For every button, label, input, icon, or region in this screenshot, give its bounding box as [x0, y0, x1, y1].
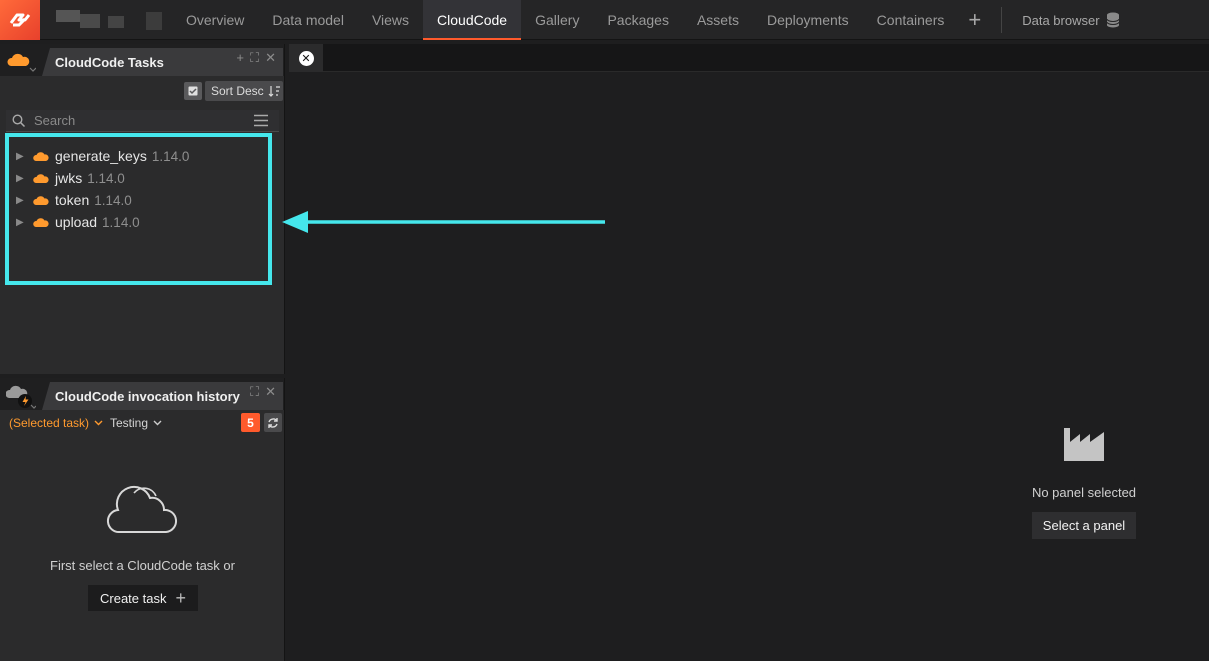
environment-dropdown[interactable]: Testing	[110, 416, 162, 430]
selected-task-dropdown[interactable]: (Selected task)	[9, 416, 103, 430]
top-navigation-bar: Overview Data model Views CloudCode Gall…	[0, 0, 1209, 40]
refresh-icon	[268, 417, 278, 428]
tab-data-model[interactable]: Data model	[258, 0, 358, 40]
create-task-button[interactable]: Create task +	[88, 585, 198, 611]
select-panel-button[interactable]: Select a panel	[1032, 512, 1136, 539]
select-all-checkbox[interactable]	[184, 82, 202, 100]
search-bar	[6, 110, 279, 132]
search-input[interactable]	[34, 113, 234, 128]
count-badge[interactable]: 5	[241, 413, 260, 432]
close-icon[interactable]: ✕	[265, 50, 276, 66]
maximize-icon[interactable]: ⛶	[250, 384, 259, 400]
history-panel-title: CloudCode invocation history	[42, 382, 283, 410]
app-logo[interactable]	[0, 0, 40, 40]
main-workspace: ✕ No panel selected Select a panel	[289, 44, 1209, 661]
factory-icon	[1064, 428, 1104, 461]
close-circle-icon: ✕	[298, 50, 314, 66]
no-panel-text: No panel selected	[1031, 485, 1137, 500]
database-icon	[1106, 12, 1120, 28]
nav-tabs: Overview Data model Views CloudCode Gall…	[172, 0, 1130, 40]
check-icon	[188, 86, 198, 96]
chevron-down-icon	[94, 420, 103, 426]
annotation-highlight-box	[5, 133, 272, 285]
tab-packages[interactable]: Packages	[593, 0, 682, 40]
empty-cloud-icon	[106, 485, 178, 534]
tab-overview[interactable]: Overview	[172, 0, 258, 40]
logo-icon	[9, 13, 31, 27]
cloud-menu-icon[interactable]	[6, 50, 37, 74]
filter-menu-icon[interactable]	[253, 114, 269, 127]
tab-assets[interactable]: Assets	[683, 0, 753, 40]
history-panel-actions: ⛶ ✕	[250, 384, 276, 400]
close-icon[interactable]: ✕	[265, 384, 276, 400]
redacted-project-name	[46, 0, 180, 40]
main-tab-bar: ✕	[289, 44, 1209, 72]
cloudcode-tasks-panel: CloudCode Tasks + ⛶ ✕ Sort Desc ▶	[0, 44, 285, 374]
plus-icon[interactable]: +	[236, 50, 244, 66]
tab-views[interactable]: Views	[358, 0, 423, 40]
create-task-label: Create task	[100, 590, 167, 606]
data-browser-button[interactable]: Data browser	[1012, 0, 1129, 40]
refresh-button[interactable]	[264, 413, 282, 432]
plus-icon: +	[175, 587, 186, 608]
tasks-panel-actions: + ⛶ ✕	[236, 50, 276, 66]
close-tab-button[interactable]: ✕	[289, 44, 323, 72]
tasks-panel-header: CloudCode Tasks + ⛶ ✕	[0, 44, 284, 76]
nav-divider	[1001, 7, 1003, 33]
search-icon	[12, 113, 26, 127]
chevron-down-icon	[153, 420, 162, 426]
invocation-history-panel: CloudCode invocation history ⛶ ✕ (Select…	[0, 378, 285, 661]
data-browser-label: Data browser	[1022, 12, 1100, 28]
tab-cloudcode[interactable]: CloudCode	[423, 0, 522, 40]
add-tab-button[interactable]: +	[958, 0, 991, 40]
annotation-arrow	[282, 211, 605, 233]
cloud-lightning-menu-icon[interactable]	[5, 384, 37, 409]
sort-desc-icon	[268, 86, 280, 97]
environment-label: Testing	[110, 416, 149, 430]
selected-task-label: (Selected task)	[9, 416, 90, 430]
sort-button[interactable]: Sort Desc	[205, 81, 283, 101]
tab-gallery[interactable]: Gallery	[521, 0, 593, 40]
history-panel-header: CloudCode invocation history ⛶ ✕	[0, 378, 284, 410]
tab-containers[interactable]: Containers	[863, 0, 959, 40]
sort-label: Sort Desc	[211, 84, 264, 98]
empty-state-text: First select a CloudCode task or	[50, 558, 235, 573]
maximize-icon[interactable]: ⛶	[250, 50, 259, 66]
tab-deployments[interactable]: Deployments	[753, 0, 863, 40]
